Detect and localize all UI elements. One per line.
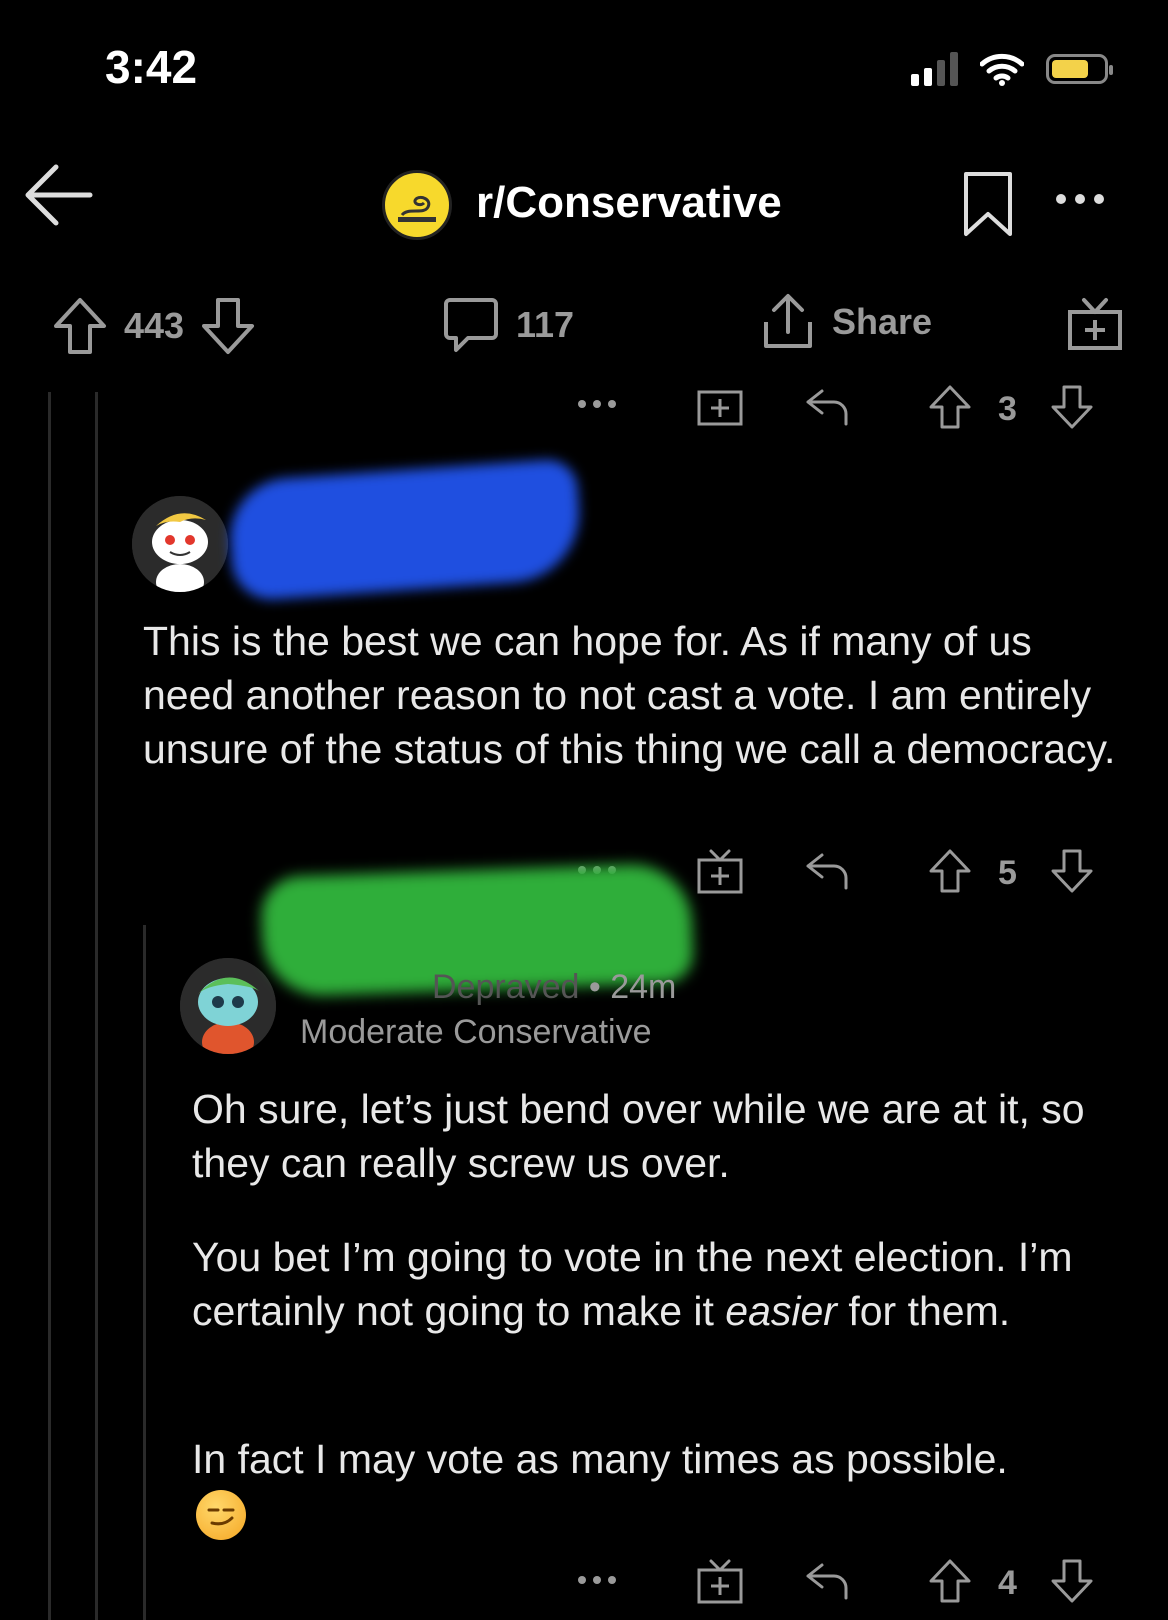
comment2-username[interactable]: Depraved <box>432 968 579 1006</box>
comment2-age: 24m <box>610 968 677 1006</box>
comment2-actions: 4 <box>0 1552 1168 1612</box>
paragraph2-emphasis: easier <box>725 1288 837 1334</box>
comment2-flair: Moderate Conservative <box>300 1013 652 1051</box>
downvote-icon[interactable] <box>1050 384 1094 430</box>
reply-icon[interactable] <box>804 1562 850 1602</box>
comment2-paragraph2: You bet I’m going to vote in the next el… <box>192 1230 1132 1338</box>
comment-more-icon[interactable] <box>578 400 616 408</box>
upvote-icon[interactable] <box>928 1558 972 1604</box>
meta-separator: • <box>588 968 611 1006</box>
bookmark-icon[interactable] <box>962 170 1014 238</box>
downvote-icon[interactable] <box>1050 1558 1094 1604</box>
comment1-avatar[interactable] <box>132 496 228 592</box>
post-action-bar: 443 117 Share <box>0 292 1168 372</box>
comment-bubble-icon <box>444 298 498 352</box>
upvote-icon[interactable] <box>52 296 108 356</box>
snoo-frog-avatar-icon <box>180 958 276 1054</box>
more-options-icon[interactable] <box>1056 194 1104 204</box>
award-gift-icon[interactable] <box>696 848 744 896</box>
share-label: Share <box>832 301 933 342</box>
paragraph2-text-end: for them. <box>836 1288 1011 1334</box>
snoo-avatar-icon <box>132 496 228 592</box>
redacted-username <box>226 457 584 603</box>
subreddit-icon[interactable] <box>382 170 452 240</box>
share-button[interactable]: Share <box>760 292 932 352</box>
cellular-signal-icon <box>911 52 958 86</box>
snake-flag-icon <box>398 195 436 222</box>
comment2-avatar[interactable] <box>180 958 276 1054</box>
comments-button[interactable]: 117 <box>442 296 574 354</box>
smirking-face-icon <box>196 1490 246 1540</box>
comment-count: 117 <box>516 304 575 345</box>
downvote-icon[interactable] <box>200 296 256 356</box>
reply-icon[interactable] <box>804 388 850 428</box>
smirk-face-features <box>207 1508 235 1526</box>
wifi-icon <box>980 53 1024 86</box>
parent-comment-score: 3 <box>998 390 1017 428</box>
reply-icon[interactable] <box>804 852 850 892</box>
thread-line-reply <box>143 925 146 1620</box>
award-gift-icon[interactable] <box>696 1558 744 1606</box>
parent-comment-actions: 3 <box>0 378 1168 438</box>
comment2-paragraph1: Oh sure, let’s just bend over while we a… <box>192 1086 1085 1186</box>
battery-icon <box>1046 54 1113 84</box>
comment2-header: Depraved • 24m <box>432 968 676 1007</box>
downvote-icon[interactable] <box>1050 848 1094 894</box>
share-icon <box>764 294 812 348</box>
post-score: 443 <box>124 305 185 346</box>
subreddit-title[interactable]: r/Conservative <box>476 178 782 228</box>
comment1-body: This is the best we can hope for. As if … <box>143 618 1116 772</box>
comment1-score: 5 <box>998 854 1017 892</box>
upvote-icon[interactable] <box>928 848 972 894</box>
thread-line-outer <box>48 392 51 1620</box>
award-gift-icon[interactable] <box>1066 294 1124 352</box>
status-time: 3:42 <box>105 41 198 93</box>
comment2-paragraph3: In fact I may vote as many times as poss… <box>192 1436 1008 1482</box>
comment2-score: 4 <box>998 1564 1017 1602</box>
upvote-icon[interactable] <box>928 384 972 430</box>
back-arrow-icon[interactable] <box>22 162 94 228</box>
award-gift-icon[interactable] <box>696 388 744 428</box>
thread-line-inner <box>95 392 98 1620</box>
vote-group: 443 <box>52 296 256 356</box>
comment-more-icon[interactable] <box>578 1576 616 1584</box>
status-icons <box>911 52 1113 86</box>
